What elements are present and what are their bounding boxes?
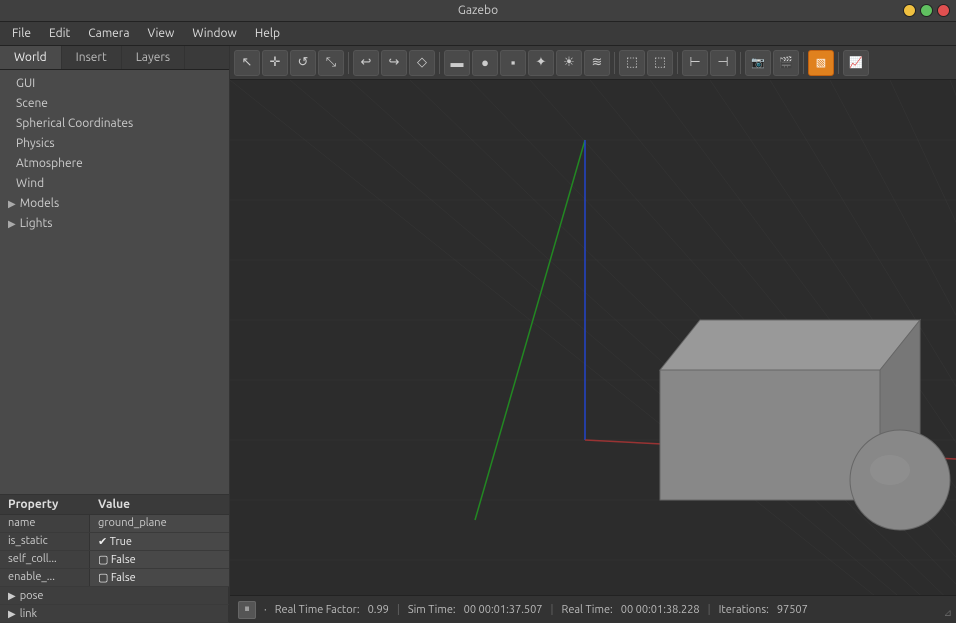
realtime-factor-label: Real Time Factor: <box>275 604 360 616</box>
col-property: Property <box>0 495 90 514</box>
align1-button[interactable]: ⊢ <box>682 50 708 76</box>
minimize-button[interactable] <box>903 4 916 17</box>
prop-name-value[interactable]: ground_plane <box>90 515 229 532</box>
3d-canvas[interactable] <box>230 80 956 595</box>
props-header: Property Value <box>0 495 229 515</box>
prop-isstatic-value[interactable]: ✔ True <box>90 533 229 550</box>
menu-help[interactable]: Help <box>247 25 288 42</box>
props-row-link[interactable]: ▶link <box>0 605 229 623</box>
props-row-selfcoll: self_coll... ▢ False <box>0 551 229 569</box>
tab-layers[interactable]: Layers <box>122 46 185 69</box>
toolbar-sep-2 <box>439 52 440 74</box>
props-row-name: name ground_plane <box>0 515 229 533</box>
record-button[interactable]: 🎬 <box>773 50 799 76</box>
tree-item-scene[interactable]: Scene <box>0 94 229 114</box>
toolbar-sep-1 <box>348 52 349 74</box>
tree-item-spherical[interactable]: Spherical Coordinates <box>0 114 229 134</box>
status-sep-3: | <box>708 604 711 616</box>
spotlight-button[interactable]: ≋ <box>584 50 610 76</box>
status-sep-1: | <box>397 604 400 616</box>
toolbar: ↖ ✛ ↺ ⤡ ↩ ↪ ◇ ▬ ● ▪ ✦ ☀ ≋ ⬚ ⬚ ⊢ ⊣ 📷 🎬 ▧ <box>230 46 956 80</box>
translate-tool-button[interactable]: ✛ <box>262 50 288 76</box>
tab-world[interactable]: World <box>0 46 62 69</box>
status-dot: · <box>264 604 267 616</box>
pause-button[interactable]: ⏸ <box>238 601 256 619</box>
props-link-expand[interactable]: ▶link <box>0 605 229 622</box>
menu-file[interactable]: File <box>4 25 39 42</box>
menu-edit[interactable]: Edit <box>41 25 78 42</box>
realtime-value: 00 00:01:38.228 <box>621 604 700 616</box>
titlebar-title: Gazebo <box>458 4 498 17</box>
prop-selfcoll-label: self_coll... <box>0 551 90 568</box>
tab-bar: World Insert Layers <box>0 46 229 70</box>
simtime-label: Sim Time: <box>408 604 456 616</box>
plot-button[interactable]: 📈 <box>843 50 869 76</box>
simtime-value: 00 00:01:37.507 <box>464 604 543 616</box>
props-row-is-static: is_static ✔ True <box>0 533 229 551</box>
prop-enable-label: enable_... <box>0 569 90 586</box>
viewport: ↖ ✛ ↺ ⤡ ↩ ↪ ◇ ▬ ● ▪ ✦ ☀ ≋ ⬚ ⬚ ⊢ ⊣ 📷 🎬 ▧ <box>230 46 956 623</box>
left-panel: World Insert Layers GUI Scene Spherical … <box>0 46 230 623</box>
tree-item-lights[interactable]: ▶Lights <box>0 214 229 234</box>
prop-enable-value[interactable]: ▢ False <box>90 569 229 586</box>
properties-panel: Property Value name ground_plane is_stat… <box>0 494 229 623</box>
pause-icon: ⏸ <box>244 603 250 616</box>
align2-button[interactable]: ⊣ <box>710 50 736 76</box>
menu-camera[interactable]: Camera <box>80 25 137 42</box>
realtime-label: Real Time: <box>561 604 612 616</box>
menu-view[interactable]: View <box>140 25 183 42</box>
titlebar-controls <box>903 4 950 17</box>
prop-isstatic-label: is_static <box>0 533 90 550</box>
status-sep-2: | <box>551 604 554 616</box>
sphere-button[interactable]: ● <box>472 50 498 76</box>
tree-item-models[interactable]: ▶Models <box>0 194 229 214</box>
tree-item-gui[interactable]: GUI <box>0 74 229 94</box>
tree-item-wind[interactable]: Wind <box>0 174 229 194</box>
grid-svg <box>230 80 956 595</box>
statusbar: ⏸ · Real Time Factor: 0.99 | Sim Time: 0… <box>230 595 956 623</box>
prop-selfcoll-value[interactable]: ▢ False <box>90 551 229 568</box>
toolbar-sep-4 <box>677 52 678 74</box>
titlebar: Gazebo <box>0 0 956 22</box>
menu-window[interactable]: Window <box>184 25 244 42</box>
tree-item-physics[interactable]: Physics <box>0 134 229 154</box>
iterations-value: 97507 <box>777 604 808 616</box>
scale-tool-button[interactable]: ⤡ <box>318 50 344 76</box>
toolbar-sep-6 <box>803 52 804 74</box>
undo-button[interactable]: ↩ <box>353 50 379 76</box>
props-row-pose[interactable]: ▶pose <box>0 587 229 605</box>
props-pose-expand[interactable]: ▶pose <box>0 587 229 604</box>
copy-button[interactable]: ⬚ <box>619 50 645 76</box>
tree-panel: GUI Scene Spherical Coordinates Physics … <box>0 70 229 494</box>
rotate-tool-button[interactable]: ↺ <box>290 50 316 76</box>
toolbar-sep-3 <box>614 52 615 74</box>
toolbar-sep-7 <box>838 52 839 74</box>
close-button[interactable] <box>937 4 950 17</box>
cylinder-button[interactable]: ▪ <box>500 50 526 76</box>
realtime-factor-value: 0.99 <box>368 604 389 616</box>
toolbar-sep-5 <box>740 52 741 74</box>
tree-item-atmosphere[interactable]: Atmosphere <box>0 154 229 174</box>
tab-insert[interactable]: Insert <box>62 46 122 69</box>
menubar: FileEditCameraViewWindowHelp <box>0 22 956 46</box>
active-mode-button[interactable]: ▧ <box>808 50 834 76</box>
sunlight-button[interactable]: ☀ <box>556 50 582 76</box>
col-value: Value <box>90 495 229 514</box>
select-tool-button[interactable]: ↖ <box>234 50 260 76</box>
props-row-enable: enable_... ▢ False <box>0 569 229 587</box>
redo-button[interactable]: ↪ <box>381 50 407 76</box>
screenshot-button[interactable]: 📷 <box>745 50 771 76</box>
pointlight-button[interactable]: ✦ <box>528 50 554 76</box>
snap-button[interactable]: ◇ <box>409 50 435 76</box>
paste-button[interactable]: ⬚ <box>647 50 673 76</box>
prop-name-label: name <box>0 515 90 532</box>
iterations-label: Iterations: <box>719 604 769 616</box>
box-button[interactable]: ▬ <box>444 50 470 76</box>
corner-resize-handle: ⊿ <box>944 607 952 619</box>
maximize-button[interactable] <box>920 4 933 17</box>
main-layout: World Insert Layers GUI Scene Spherical … <box>0 46 956 623</box>
